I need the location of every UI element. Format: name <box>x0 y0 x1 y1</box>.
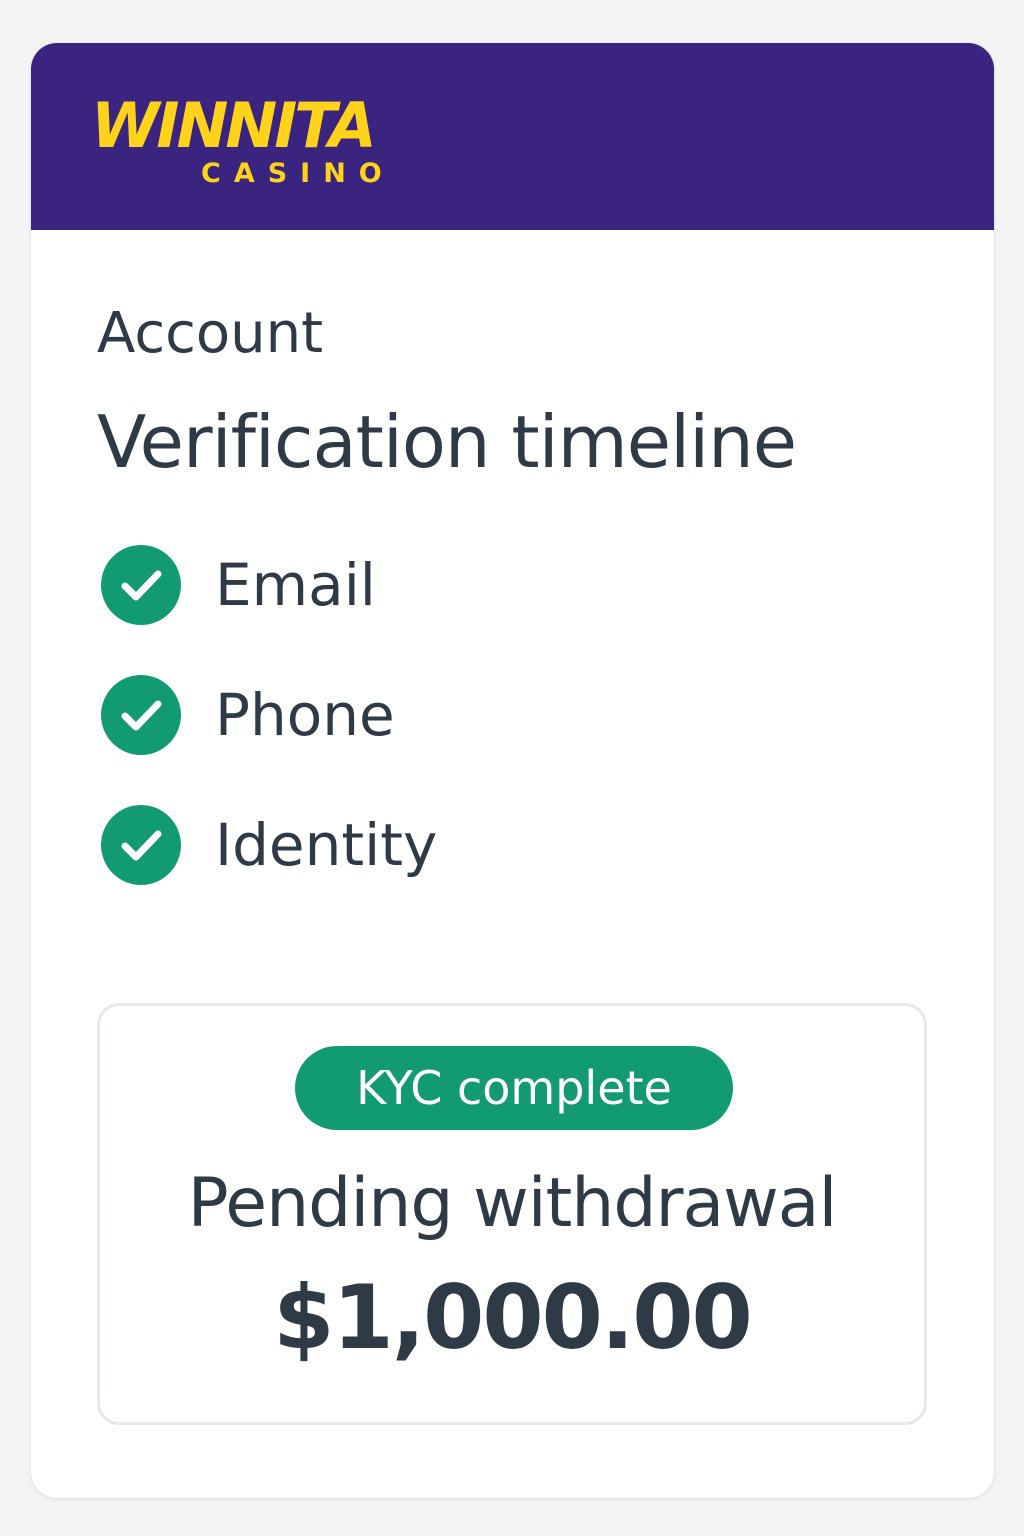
kyc-status-badge: KYC complete <box>295 1046 733 1130</box>
step-email: Email <box>101 545 801 625</box>
step-label: Identity <box>215 811 438 879</box>
logo-subtitle: CASINO <box>201 158 395 189</box>
winnita-casino-logo[interactable]: WINNITA CASINO <box>91 93 451 193</box>
check-circle-icon <box>101 805 181 885</box>
page-title: Verification timeline <box>97 400 797 484</box>
step-phone: Phone <box>101 675 801 755</box>
step-label: Email <box>215 551 376 619</box>
step-identity: Identity <box>101 805 801 885</box>
verification-card: WINNITA CASINO Account Verification time… <box>31 43 994 1498</box>
logo-wordmark: WINNITA <box>91 89 377 162</box>
check-circle-icon <box>101 545 181 625</box>
withdrawal-status-title: Pending withdrawal <box>187 1164 838 1243</box>
withdrawal-status-card: KYC complete Pending withdrawal $1,000.0… <box>97 1003 927 1425</box>
step-label: Phone <box>215 681 395 749</box>
withdrawal-amount: $1,000.00 <box>273 1266 752 1369</box>
section-label: Account <box>97 301 324 366</box>
brand-header: WINNITA CASINO <box>31 43 994 230</box>
check-circle-icon <box>101 675 181 755</box>
